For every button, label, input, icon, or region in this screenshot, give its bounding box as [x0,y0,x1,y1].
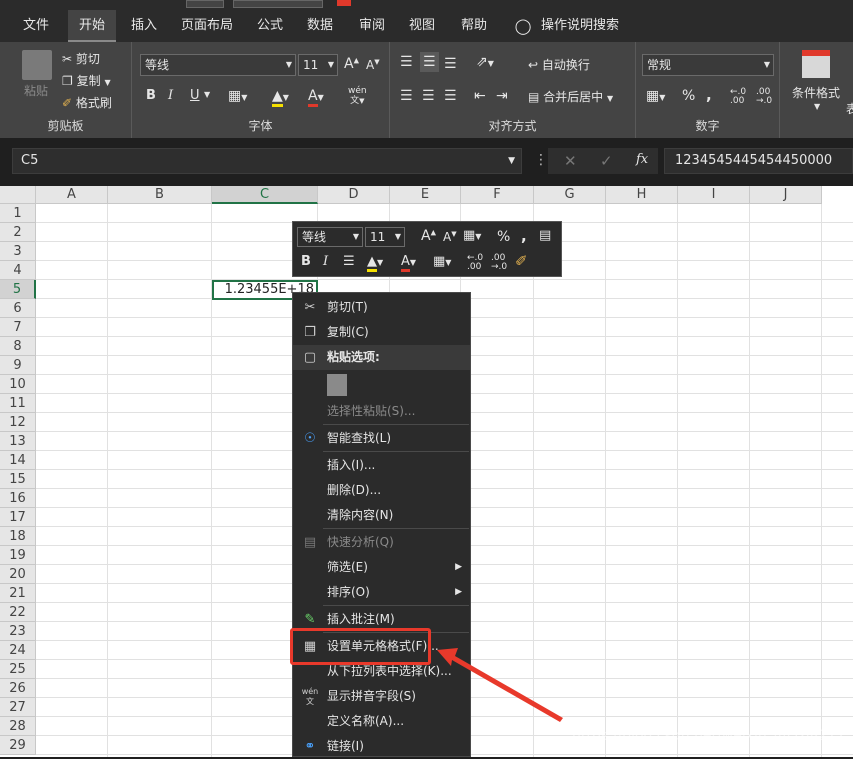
watermark: https://blog.csdn.net/weixin_44168217 [572,728,846,744]
annotation-arrow [437,648,563,722]
